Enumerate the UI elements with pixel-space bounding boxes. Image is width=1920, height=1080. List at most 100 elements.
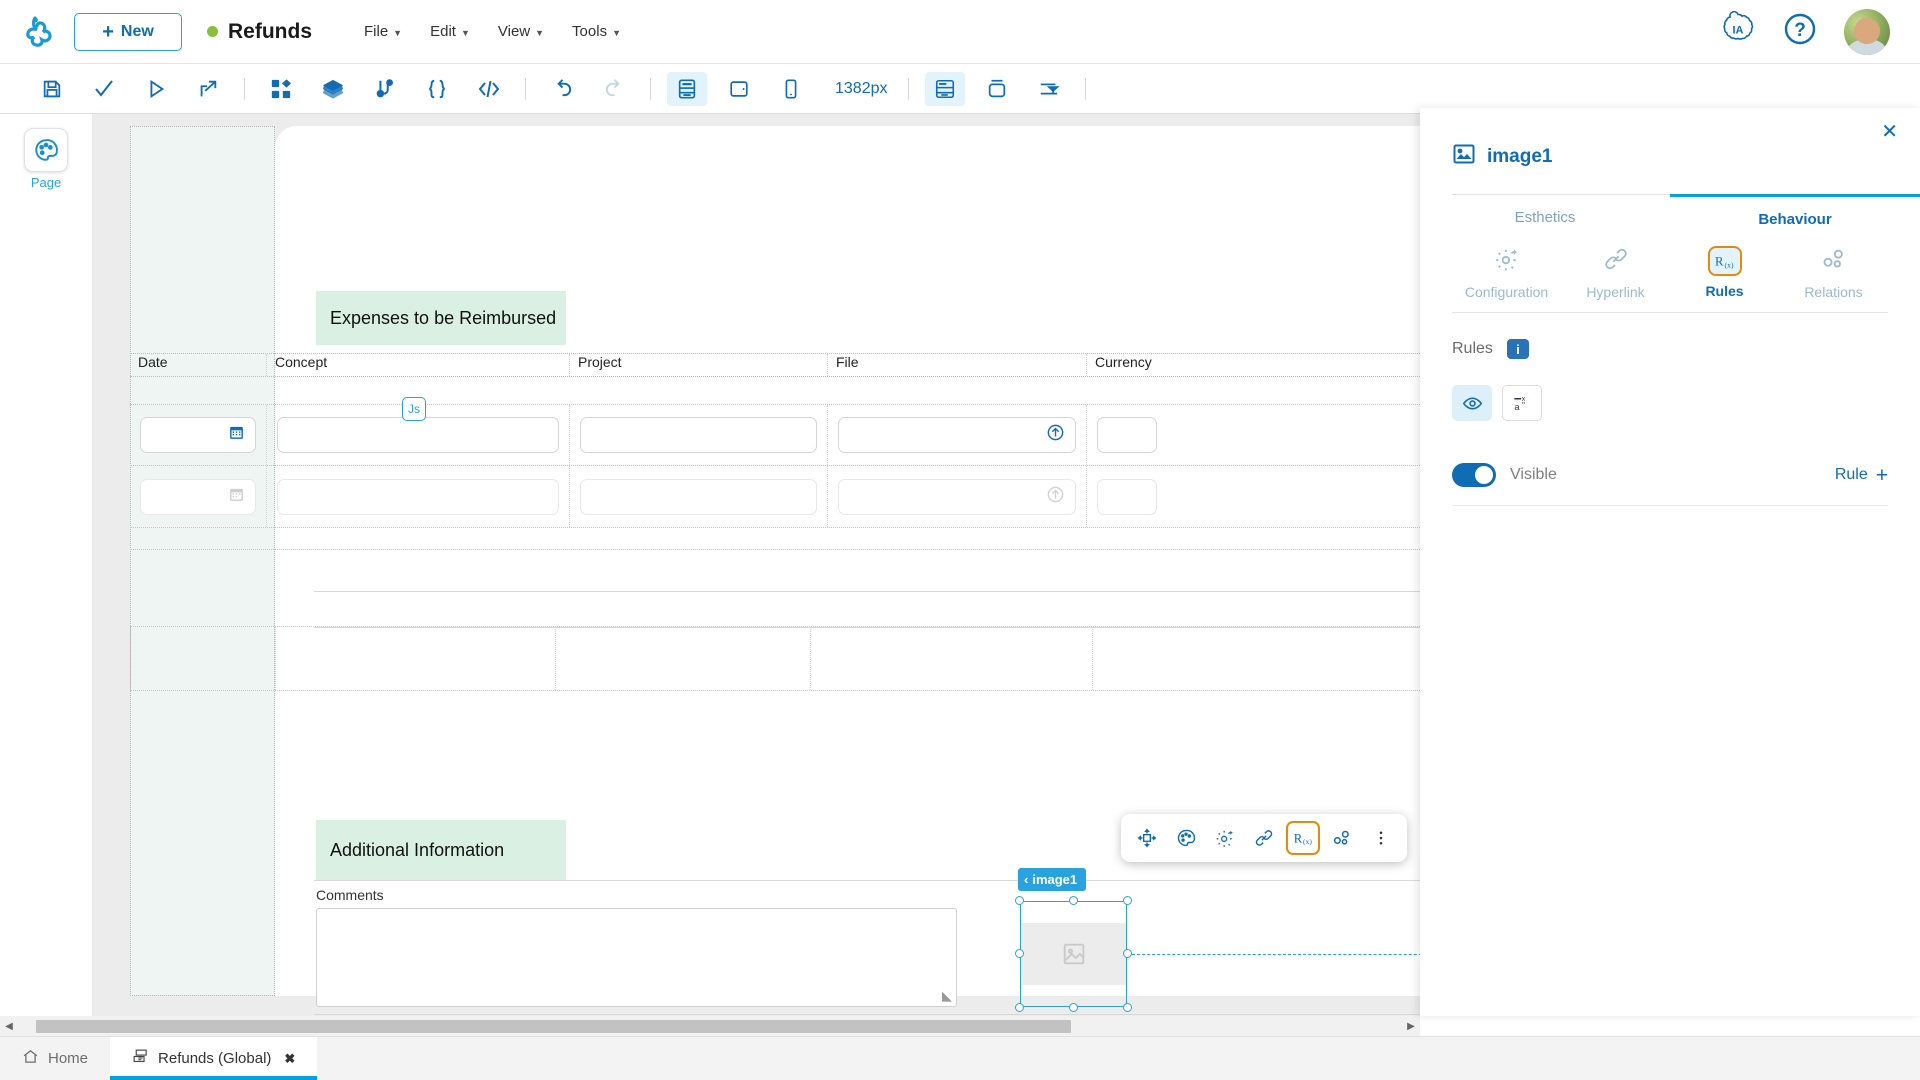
cell-date[interactable] — [130, 405, 267, 465]
upload-icon[interactable] — [1046, 423, 1065, 447]
resize-handle-w[interactable] — [1015, 949, 1024, 958]
comments-textarea[interactable]: ◢ — [316, 908, 957, 1007]
value-rule-button[interactable]: x a " — [1502, 385, 1542, 421]
table-row[interactable] — [130, 466, 1420, 528]
concept-input[interactable] — [277, 478, 559, 515]
link-icon[interactable] — [1247, 821, 1281, 855]
section-header-additional-info[interactable]: Additional Information — [316, 820, 566, 880]
resize-handle-s[interactable] — [1069, 1003, 1078, 1012]
section-header-expenses[interactable]: Expenses to be Reimbursed — [316, 291, 566, 345]
js-badge[interactable]: Js — [402, 397, 426, 421]
concept-input[interactable] — [277, 417, 559, 453]
subtab-rules[interactable]: R (x) Rules — [1670, 238, 1779, 312]
layout-cell[interactable] — [131, 627, 276, 690]
project-input[interactable] — [580, 417, 817, 453]
mobile-view-icon[interactable] — [771, 72, 811, 106]
menu-tools[interactable]: Tools ▼ — [572, 23, 621, 40]
container-icon[interactable] — [977, 72, 1017, 106]
relations-icon[interactable] — [1325, 821, 1359, 855]
sidebar-item-page[interactable]: Page — [0, 128, 92, 190]
widget-name-tag[interactable]: ‹ image1 — [1018, 868, 1087, 891]
canvas-horizontal-scrollbar[interactable]: ◀ ▶ — [0, 1016, 1420, 1036]
scrollbar-track[interactable] — [18, 1019, 1402, 1033]
cell-currency[interactable] — [1087, 466, 1287, 527]
visible-toggle[interactable] — [1452, 463, 1496, 487]
run-play-icon[interactable] — [136, 72, 176, 106]
date-input[interactable] — [140, 478, 256, 515]
bottom-tab-refunds[interactable]: Refunds (Global) ✖ — [110, 1037, 318, 1080]
align-icon[interactable] — [1029, 72, 1069, 106]
components-icon[interactable] — [261, 72, 301, 106]
upload-icon[interactable] — [1046, 485, 1065, 509]
ia-assistant-button[interactable]: IA — [1720, 10, 1756, 52]
tab-behaviour[interactable]: Behaviour — [1670, 194, 1920, 238]
data-sources-icon[interactable] — [365, 72, 405, 106]
close-icon[interactable]: ✕ — [1881, 122, 1898, 142]
cell-concept[interactable] — [267, 466, 570, 527]
more-vertical-icon[interactable] — [1364, 821, 1398, 855]
cell-currency[interactable] — [1087, 405, 1287, 465]
file-upload-input[interactable] — [838, 417, 1076, 453]
layout-cell[interactable] — [1093, 627, 1273, 690]
scrollbar-thumb[interactable] — [36, 1020, 1071, 1033]
resize-handle-nw[interactable] — [1015, 896, 1024, 905]
currency-input[interactable] — [1097, 417, 1157, 453]
resize-grip-icon[interactable]: ◢ — [942, 988, 952, 1004]
cell-project[interactable] — [570, 405, 828, 465]
desktop-view-icon[interactable] — [667, 71, 707, 106]
close-icon[interactable]: ✖ — [284, 1051, 295, 1067]
tablet-view-icon[interactable] — [719, 72, 759, 106]
resize-handle-ne[interactable] — [1123, 896, 1132, 905]
info-icon[interactable]: i — [1506, 339, 1529, 359]
palette-icon[interactable] — [1169, 821, 1203, 855]
frog-logo-icon[interactable] — [0, 14, 74, 50]
layout-cell[interactable] — [276, 627, 556, 690]
grid-layout-icon[interactable] — [924, 71, 965, 106]
resize-handle-e[interactable] — [1123, 949, 1132, 958]
new-button[interactable]: + New — [74, 12, 182, 51]
menu-edit[interactable]: Edit ▼ — [430, 23, 470, 40]
layout-cell[interactable] — [811, 627, 1093, 690]
cell-file[interactable] — [828, 466, 1087, 527]
validate-check-icon[interactable] — [84, 72, 124, 106]
layers-icon[interactable] — [313, 72, 353, 106]
cell-project[interactable] — [570, 466, 828, 527]
save-icon[interactable] — [32, 72, 72, 106]
currency-input[interactable] — [1097, 478, 1157, 515]
scroll-left-arrow-icon[interactable]: ◀ — [0, 1021, 18, 1032]
gear-sparkle-icon[interactable] — [1208, 821, 1242, 855]
scroll-right-arrow-icon[interactable]: ▶ — [1402, 1021, 1420, 1032]
resize-handle-se[interactable] — [1123, 1003, 1132, 1012]
visibility-rule-button[interactable] — [1452, 385, 1492, 421]
layout-cell[interactable] — [556, 627, 811, 690]
add-rule-button[interactable]: Rule + — [1835, 465, 1888, 486]
menu-view[interactable]: View ▼ — [498, 23, 544, 40]
cell-date[interactable] — [130, 466, 267, 527]
deploy-share-icon[interactable] — [188, 72, 228, 106]
code-icon[interactable] — [469, 72, 509, 106]
subtab-relations[interactable]: Relations — [1779, 238, 1888, 312]
bottom-tab-home[interactable]: Home — [0, 1037, 110, 1080]
avatar[interactable] — [1844, 8, 1890, 55]
resize-handle-n[interactable] — [1069, 896, 1078, 905]
cell-file[interactable] — [828, 405, 1087, 465]
date-input[interactable] — [140, 417, 256, 453]
selected-widget-image1[interactable] — [1015, 896, 1132, 1012]
design-canvas[interactable]: Expenses to be Reimbursed Date Concept P… — [92, 114, 1420, 1016]
braces-icon[interactable] — [417, 72, 457, 106]
undo-icon[interactable] — [542, 72, 582, 106]
file-upload-input[interactable] — [838, 478, 1076, 515]
tab-esthetics[interactable]: Esthetics — [1420, 195, 1670, 238]
move-icon[interactable] — [1130, 821, 1164, 855]
resize-handle-sw[interactable] — [1015, 1003, 1024, 1012]
menu-file[interactable]: File ▼ — [364, 23, 402, 40]
help-button[interactable]: ? — [1782, 11, 1818, 52]
zoom-width-value[interactable]: 1382px — [835, 80, 888, 98]
layout-grid-row[interactable] — [130, 626, 1420, 691]
subtab-configuration[interactable]: Configuration — [1452, 238, 1561, 312]
chevron-left-icon[interactable]: ‹ — [1024, 872, 1028, 887]
project-input[interactable] — [580, 478, 817, 515]
table-row[interactable] — [130, 404, 1420, 466]
subtab-hyperlink[interactable]: Hyperlink — [1561, 238, 1670, 312]
rules-rx-icon[interactable]: R (x) — [1286, 821, 1320, 855]
